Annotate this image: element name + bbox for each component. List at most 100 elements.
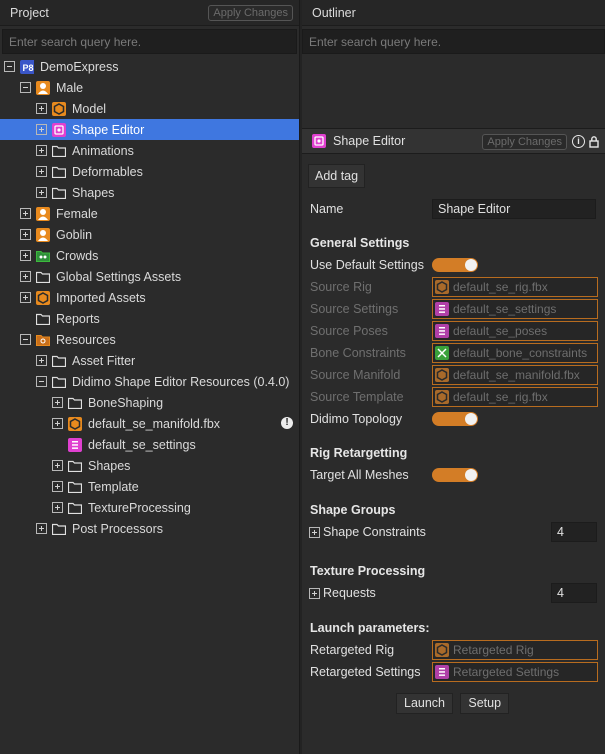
project-search-input[interactable] <box>9 34 296 49</box>
expand-icon[interactable] <box>36 187 47 198</box>
tree-item-shapes[interactable]: Shapes <box>0 182 299 203</box>
tree-label: BoneShaping <box>88 395 164 410</box>
expand-icon[interactable] <box>20 229 31 240</box>
expand-icon[interactable] <box>309 587 320 599</box>
tree-item-goblin[interactable]: Goblin <box>0 224 299 245</box>
outliner-title: Outliner <box>312 5 356 20</box>
tree-item-reports[interactable]: Reports <box>0 308 299 329</box>
project-tree: P8 DemoExpress Male Model Shape Editor A… <box>0 56 299 539</box>
model-icon <box>68 416 82 431</box>
warning-icon[interactable]: ! <box>281 417 293 429</box>
tree-item-crowds[interactable]: Crowds <box>0 245 299 266</box>
model-icon <box>435 643 449 657</box>
name-row: Name Shape Editor <box>308 198 605 220</box>
expand-icon[interactable] <box>20 250 31 261</box>
tree-item-res-shapes[interactable]: Shapes <box>0 455 299 476</box>
requests-row[interactable]: Requests 4 <box>308 582 605 604</box>
source-rig-field[interactable]: default_se_rig.fbx <box>432 277 598 297</box>
model-icon <box>52 101 66 116</box>
expand-icon[interactable] <box>36 103 47 114</box>
expand-icon[interactable] <box>36 523 47 534</box>
source-settings-field[interactable]: default_se_settings <box>432 299 598 319</box>
source-manifold-field[interactable]: default_se_manifold.fbx <box>432 365 598 385</box>
model-icon <box>435 368 449 382</box>
outliner-search[interactable] <box>302 29 605 54</box>
tree-item-demoexpress[interactable]: P8 DemoExpress <box>0 56 299 77</box>
tree-item-texture-processing[interactable]: TextureProcessing <box>0 497 299 518</box>
collapse-icon[interactable] <box>36 376 47 387</box>
collapse-icon[interactable] <box>20 334 31 345</box>
model-icon <box>36 290 50 305</box>
retargeted-rig-field[interactable]: Retargeted Rig <box>432 640 598 660</box>
expand-icon[interactable] <box>36 166 47 177</box>
shape-constraints-row[interactable]: Shape Constraints 4 <box>308 521 605 543</box>
expand-icon[interactable] <box>20 292 31 303</box>
add-tag-button[interactable]: Add tag <box>308 164 366 188</box>
collapse-icon[interactable] <box>4 61 15 72</box>
shape-constraints-count[interactable]: 4 <box>551 522 597 542</box>
source-template-row: Source Template default_se_rig.fbx <box>308 386 605 408</box>
expand-icon[interactable] <box>52 418 63 429</box>
tree-item-male[interactable]: Male <box>0 77 299 98</box>
target-all-row: Target All Meshes <box>308 464 605 486</box>
lock-icon[interactable] <box>588 135 601 148</box>
tree-label: Resources <box>56 332 116 347</box>
expand-icon[interactable] <box>52 481 63 492</box>
tree-item-deformables[interactable]: Deformables <box>0 161 299 182</box>
bone-constraints-field[interactable]: default_bone_constraints <box>432 343 598 363</box>
expand-icon[interactable] <box>52 397 63 408</box>
tree-item-didimo-resources[interactable]: Didimo Shape Editor Resources (0.4.0) <box>0 371 299 392</box>
tree-item-global-settings[interactable]: Global Settings Assets <box>0 266 299 287</box>
tree-item-resources[interactable]: Resources <box>0 329 299 350</box>
folder-icon <box>68 459 82 473</box>
tree-item-post-processors[interactable]: Post Processors <box>0 518 299 539</box>
tree-item-se-settings[interactable]: default_se_settings <box>0 434 299 455</box>
expand-icon[interactable] <box>36 355 47 366</box>
tree-item-boneshaping[interactable]: BoneShaping <box>0 392 299 413</box>
expand-icon[interactable] <box>36 145 47 156</box>
tree-label: Imported Assets <box>56 290 146 305</box>
target-all-toggle[interactable] <box>432 468 478 482</box>
collapse-icon[interactable] <box>20 82 31 93</box>
expand-icon[interactable] <box>20 208 31 219</box>
expand-icon[interactable] <box>20 271 31 282</box>
source-template-field[interactable]: default_se_rig.fbx <box>432 387 598 407</box>
tree-item-animations[interactable]: Animations <box>0 140 299 161</box>
retargeted-settings-field[interactable]: Retargeted Settings <box>432 662 598 682</box>
tree-label: default_se_manifold.fbx <box>88 416 221 431</box>
tree-item-model[interactable]: Model <box>0 98 299 119</box>
retargeted-rig-value: Retargeted Rig <box>453 643 534 657</box>
expand-icon[interactable] <box>52 502 63 513</box>
project-apply-changes-button[interactable]: Apply Changes <box>208 5 293 21</box>
setup-button[interactable]: Setup <box>460 693 510 714</box>
use-default-toggle[interactable] <box>432 258 478 272</box>
project-search[interactable] <box>2 29 297 54</box>
outliner-panel: Outliner Shape Editor Apply Changes i Ad… <box>302 0 605 754</box>
expand-icon[interactable] <box>309 526 320 538</box>
tree-item-asset-fitter[interactable]: Asset Fitter <box>0 350 299 371</box>
source-poses-value: default_se_poses <box>453 324 548 338</box>
editor-apply-changes-button[interactable]: Apply Changes <box>482 134 567 150</box>
tree-item-manifold-fbx[interactable]: default_se_manifold.fbx ! <box>0 413 299 434</box>
svg-text:P8: P8 <box>22 63 33 73</box>
expand-icon[interactable] <box>36 124 47 135</box>
name-field[interactable]: Shape Editor <box>432 199 596 219</box>
use-default-row: Use Default Settings <box>308 254 605 276</box>
outliner-search-input[interactable] <box>309 34 604 49</box>
tree-label: Crowds <box>56 248 99 263</box>
section-shape-groups: Shape Groups <box>310 503 396 517</box>
requests-count[interactable]: 4 <box>551 583 597 603</box>
tree-label: Post Processors <box>72 521 164 536</box>
expand-icon[interactable] <box>52 460 63 471</box>
tree-item-female[interactable]: Female <box>0 203 299 224</box>
shape-editor-icon <box>52 122 66 137</box>
launch-button[interactable]: Launch <box>396 693 454 714</box>
tree-item-template[interactable]: Template <box>0 476 299 497</box>
info-icon[interactable]: i <box>572 135 585 148</box>
tree-item-imported-assets[interactable]: Imported Assets <box>0 287 299 308</box>
action-buttons: Launch Setup <box>308 693 605 714</box>
tree-item-shape-editor[interactable]: Shape Editor <box>0 119 299 140</box>
didimo-topology-toggle[interactable] <box>432 412 478 426</box>
source-poses-field[interactable]: default_se_poses <box>432 321 598 341</box>
folder-icon <box>52 375 66 389</box>
